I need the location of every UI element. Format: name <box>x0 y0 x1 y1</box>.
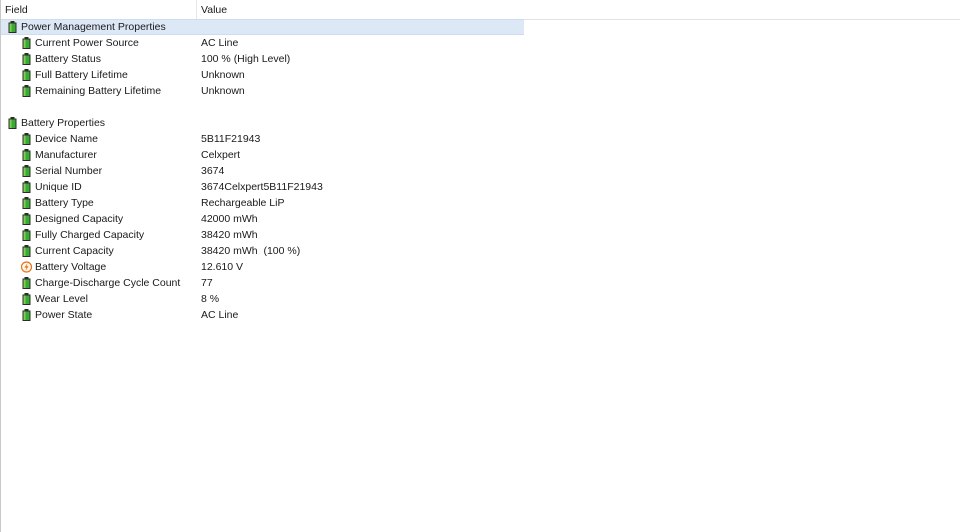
field-value: AC Line <box>201 309 239 321</box>
field-value: 38420 mWh <box>201 229 258 241</box>
field-label: Serial Number <box>35 165 103 177</box>
field-value: 3674Celxpert5B11F21943 <box>201 181 323 193</box>
battery-icon <box>21 309 32 321</box>
group-header-battery-properties[interactable]: Battery Properties <box>1 115 960 131</box>
field-value: 38420 mWh (100 %) <box>201 245 301 257</box>
list-item[interactable]: Unique ID 3674Celxpert5B11F21943 <box>1 179 960 195</box>
column-header-field[interactable]: Field <box>1 0 197 19</box>
battery-icon <box>7 21 18 33</box>
list-item[interactable]: Remaining Battery Lifetime Unknown <box>1 83 960 99</box>
column-header-value[interactable]: Value <box>197 0 960 19</box>
list-item[interactable]: Battery Type Rechargeable LiP <box>1 195 960 211</box>
field-value: 5B11F21943 <box>201 133 261 145</box>
field-label: Remaining Battery Lifetime <box>35 85 162 97</box>
list-item[interactable]: Battery Status 100 % (High Level) <box>1 51 960 67</box>
battery-icon <box>21 245 32 257</box>
field-label: Device Name <box>35 133 99 145</box>
battery-icon <box>21 213 32 225</box>
field-value: AC Line <box>201 37 239 49</box>
field-value: Unknown <box>201 69 245 81</box>
battery-icon <box>21 181 32 193</box>
spacer-row <box>1 99 960 115</box>
list-item[interactable]: Power State AC Line <box>1 307 960 323</box>
field-value: Unknown <box>201 85 245 97</box>
list-item[interactable]: Serial Number 3674 <box>1 163 960 179</box>
field-value: Rechargeable LiP <box>201 197 285 209</box>
list-item[interactable]: Manufacturer Celxpert <box>1 147 960 163</box>
field-label: Battery Status <box>35 53 101 65</box>
battery-icon <box>21 277 32 289</box>
field-value: 8 % <box>201 293 220 305</box>
field-label: Fully Charged Capacity <box>35 229 145 241</box>
field-value: 12.610 V <box>201 261 244 273</box>
field-label: Power State <box>35 309 93 321</box>
battery-icon <box>7 117 18 129</box>
voltage-icon <box>20 261 33 273</box>
group-header-power-management[interactable]: Power Management Properties <box>1 19 960 35</box>
group-title: Battery Properties <box>21 117 106 129</box>
list-item[interactable]: Fully Charged Capacity 38420 mWh <box>1 227 960 243</box>
battery-icon <box>21 37 32 49</box>
group-title: Power Management Properties <box>21 21 166 33</box>
field-value: 42000 mWh <box>201 213 258 225</box>
field-label: Battery Type <box>35 197 94 209</box>
battery-icon <box>21 165 32 177</box>
battery-icon <box>21 293 32 305</box>
battery-icon <box>21 133 32 145</box>
field-value: 3674 <box>201 165 225 177</box>
field-value: 100 % (High Level) <box>201 53 291 65</box>
field-label: Designed Capacity <box>35 213 124 225</box>
battery-icon <box>21 53 32 65</box>
property-list: Power Management Properties Current Powe… <box>1 19 960 323</box>
battery-icon <box>21 197 32 209</box>
field-value: 77 <box>201 277 213 289</box>
list-item[interactable]: Battery Voltage 12.610 V <box>1 259 960 275</box>
list-item[interactable]: Charge-Discharge Cycle Count 77 <box>1 275 960 291</box>
field-label: Current Capacity <box>35 245 114 257</box>
field-label: Full Battery Lifetime <box>35 69 128 81</box>
list-header: Field Value <box>1 0 960 20</box>
battery-icon <box>21 149 32 161</box>
list-item[interactable]: Full Battery Lifetime Unknown <box>1 67 960 83</box>
battery-icon <box>21 85 32 97</box>
list-item[interactable]: Current Power Source AC Line <box>1 35 960 51</box>
list-item[interactable]: Wear Level 8 % <box>1 291 960 307</box>
field-label: Battery Voltage <box>35 261 107 273</box>
field-label: Manufacturer <box>35 149 97 161</box>
field-label: Wear Level <box>35 293 88 305</box>
battery-icon <box>21 229 32 241</box>
list-item[interactable]: Designed Capacity 42000 mWh <box>1 211 960 227</box>
list-item[interactable]: Current Capacity 38420 mWh (100 %) <box>1 243 960 259</box>
field-value: Celxpert <box>201 149 241 161</box>
field-label: Unique ID <box>35 181 82 193</box>
properties-panel: Field Value Power Management Properties … <box>0 0 960 532</box>
field-label: Current Power Source <box>35 37 139 49</box>
list-item[interactable]: Device Name 5B11F21943 <box>1 131 960 147</box>
field-label: Charge-Discharge Cycle Count <box>35 277 181 289</box>
battery-icon <box>21 69 32 81</box>
